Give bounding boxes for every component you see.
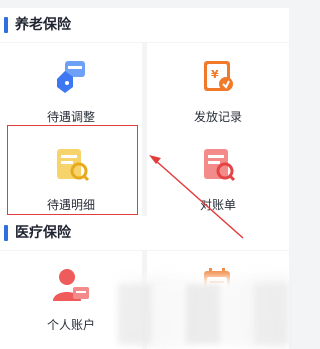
pixelation-overlay bbox=[118, 284, 288, 344]
